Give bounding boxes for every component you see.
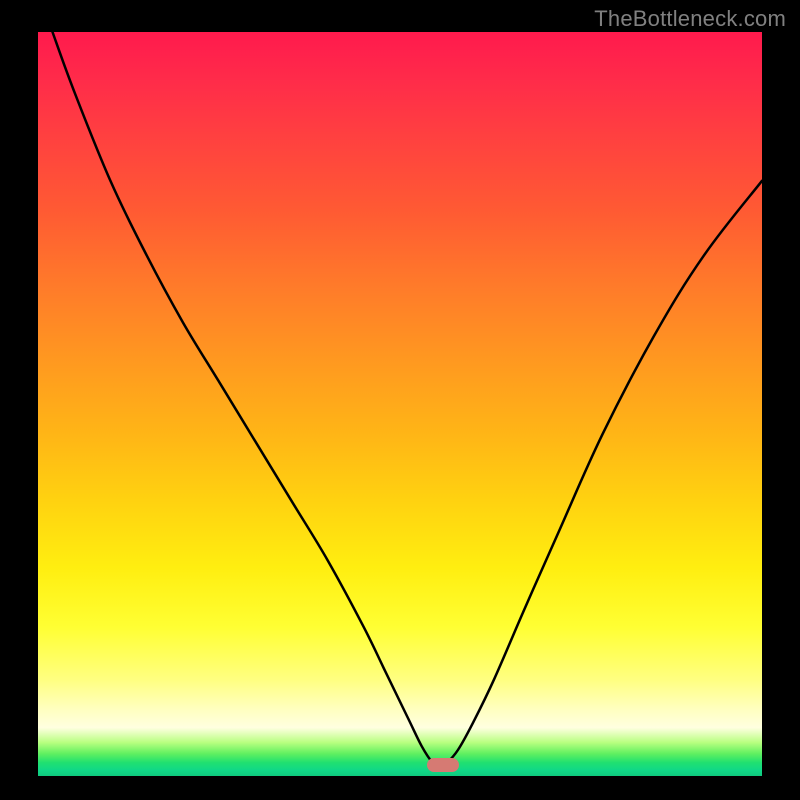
plot-area (38, 32, 762, 776)
watermark-text: TheBottleneck.com (594, 6, 786, 32)
curve-path (53, 32, 763, 766)
chart-frame: TheBottleneck.com (0, 0, 800, 800)
bottleneck-curve (38, 32, 762, 776)
optimum-marker (427, 758, 459, 772)
